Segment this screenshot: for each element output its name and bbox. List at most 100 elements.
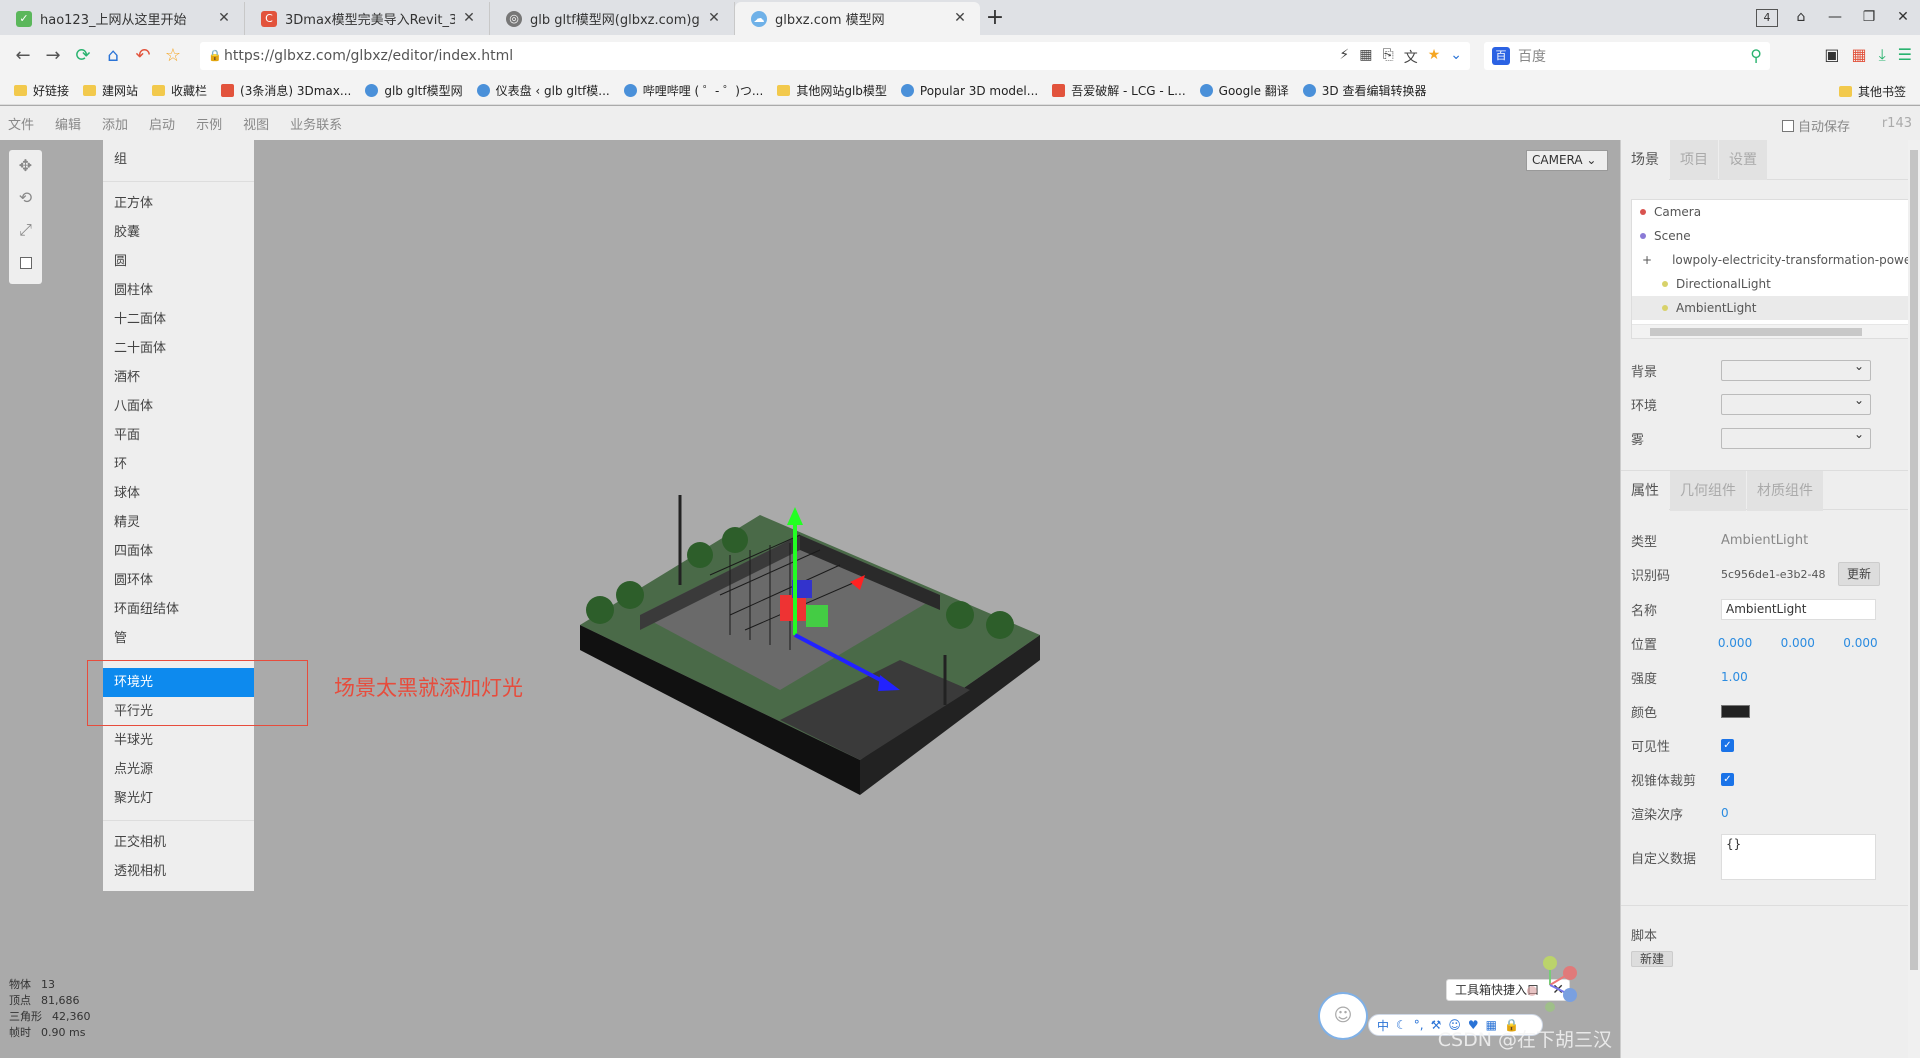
menu-view[interactable]: 视图	[243, 114, 280, 133]
add-mesh-item[interactable]: 四面体	[103, 537, 254, 566]
tab-material[interactable]: 材质组件	[1747, 471, 1823, 511]
translate-icon[interactable]: 文	[1404, 47, 1418, 67]
search-icon[interactable]: ⚲	[1750, 46, 1762, 65]
menu-file[interactable]: 文件	[8, 114, 45, 133]
frustum-checkbox[interactable]: ✓	[1721, 772, 1734, 786]
outliner-item[interactable]: Scene	[1632, 224, 1912, 248]
favorite-star-icon[interactable]: ☆	[158, 41, 188, 71]
outliner-item[interactable]: Camera	[1632, 200, 1912, 224]
add-mesh-item[interactable]: 八面体	[103, 392, 254, 421]
other-bookmarks[interactable]: 其他书签	[1838, 83, 1906, 100]
undo-close-icon[interactable]: ↶	[128, 41, 158, 71]
tab-project[interactable]: 项目	[1670, 140, 1718, 180]
home-icon[interactable]: ⌂	[98, 41, 128, 71]
outliner-item[interactable]: + lowpoly-electricity-transformation-powe…	[1632, 248, 1912, 272]
tab-object[interactable]: 属性	[1621, 471, 1669, 511]
add-mesh-item[interactable]: 圆	[103, 247, 254, 276]
tab-count-badge[interactable]: 4	[1756, 8, 1778, 27]
new-script-button[interactable]: 新建	[1631, 951, 1674, 967]
menu-play[interactable]: 启动	[149, 114, 186, 133]
back-icon[interactable]: ←	[8, 41, 38, 71]
autosave-checkbox[interactable]	[1781, 119, 1794, 132]
userdata-textarea[interactable]: {}	[1721, 834, 1876, 880]
browser-tab-hao123[interactable]: ✓ hao123_上网从这里开始 ✕	[0, 2, 245, 35]
name-field[interactable]: AmbientLight	[1721, 598, 1876, 620]
bookmark-item[interactable]: 其他网站glb模型	[777, 82, 887, 99]
new-tab-button[interactable]: +	[980, 2, 1010, 35]
menu-business[interactable]: 业务联系	[290, 114, 353, 133]
close-window-icon[interactable]: ✕	[1886, 0, 1920, 35]
add-mesh-item[interactable]: 正方体	[103, 189, 254, 218]
background-select[interactable]	[1721, 359, 1871, 381]
position-y[interactable]: 0.000	[1781, 636, 1844, 650]
bookmark-item[interactable]: Google 翻译	[1199, 82, 1289, 99]
add-mesh-item[interactable]: 精灵	[103, 508, 254, 537]
close-icon[interactable]: ✕	[706, 10, 722, 26]
bookmark-item[interactable]: (3条消息) 3Dmax...	[221, 82, 351, 99]
3d-viewport[interactable]: ✥ ⟲ ⤢ CAMERA ⌄ 组 正方体 胶囊 圆 圆柱体 十二面体 二十面体 …	[0, 140, 1620, 1058]
download-icon[interactable]: ⤓	[1879, 45, 1886, 65]
render-order-value[interactable]: 0	[1721, 806, 1786, 820]
color-swatch[interactable]	[1721, 704, 1750, 718]
forward-icon[interactable]: →	[38, 41, 68, 71]
bookmark-item[interactable]: 吾爱破解 - LCG - L...	[1052, 82, 1186, 99]
position-z[interactable]: 0.000	[1843, 636, 1906, 650]
add-mesh-item[interactable]: 环	[103, 450, 254, 479]
visible-checkbox[interactable]: ✓	[1721, 738, 1734, 752]
sidebar-scrollbar[interactable]	[1908, 140, 1920, 1058]
add-mesh-item[interactable]: 平面	[103, 421, 254, 450]
lightning-icon[interactable]: ⚡	[1339, 47, 1349, 67]
punctuation-icon[interactable]: °,	[1414, 1018, 1424, 1032]
scale-icon[interactable]: ⤢	[9, 214, 42, 246]
add-mesh-item[interactable]: 圆环体	[103, 566, 254, 595]
add-mesh-item[interactable]: 球体	[103, 479, 254, 508]
tab-geometry[interactable]: 几何组件	[1670, 471, 1746, 511]
local-checkbox[interactable]	[19, 256, 32, 269]
apps-grid-icon[interactable]: ▦	[1851, 45, 1866, 65]
autosave-toggle[interactable]: 自动保存	[1781, 116, 1850, 135]
add-camera-item[interactable]: 正交相机	[103, 828, 254, 857]
bookmark-item[interactable]: 3D 查看编辑转换器	[1302, 82, 1426, 99]
bookmark-item[interactable]: 哔哩哔哩 ( ゜- ゜)つ...	[623, 82, 763, 99]
close-icon[interactable]: ✕	[461, 10, 477, 26]
ime-chinese-mode[interactable]: 中	[1377, 1017, 1389, 1034]
add-mesh-item[interactable]: 酒杯	[103, 363, 254, 392]
bookmark-item[interactable]: Popular 3D model...	[900, 84, 1038, 98]
menu-edit[interactable]: 编辑	[55, 114, 92, 133]
address-bar[interactable]: 🔒 https://glbxz.com/glbxz/editor/index.h…	[200, 42, 1470, 70]
scrollbar-thumb[interactable]	[1650, 328, 1862, 336]
reload-icon[interactable]: ⟳	[68, 41, 98, 71]
add-light-item[interactable]: 点光源	[103, 755, 254, 784]
bookmark-item[interactable]: 好链接	[14, 82, 69, 99]
update-uuid-button[interactable]: 更新	[1838, 562, 1881, 586]
environment-select[interactable]	[1721, 393, 1871, 415]
tab-settings[interactable]: 设置	[1719, 140, 1767, 180]
rotate-icon[interactable]: ⟲	[9, 182, 42, 214]
browser-tab-glb[interactable]: ◎ glb gltf模型网(glbxz.com)glb模 ✕	[490, 2, 735, 35]
add-light-item[interactable]: 半球光	[103, 726, 254, 755]
fog-select[interactable]	[1721, 427, 1871, 449]
menu-examples[interactable]: 示例	[196, 114, 233, 133]
add-group[interactable]: 组	[103, 145, 254, 174]
shirt-skin-icon[interactable]: ⌂	[1784, 0, 1818, 35]
outliner-scrollbar[interactable]	[1632, 324, 1912, 338]
chevron-down-icon[interactable]: ⌄	[1450, 47, 1462, 67]
bookmark-item[interactable]: 仪表盘 ‹ glb gltf模...	[476, 82, 610, 99]
translate-icon[interactable]: ✥	[9, 150, 42, 182]
add-light-item[interactable]: 聚光灯	[103, 784, 254, 813]
menu-add[interactable]: 添加	[102, 114, 139, 133]
add-mesh-item[interactable]: 圆柱体	[103, 276, 254, 305]
outliner-item[interactable]: DirectionalLight	[1632, 272, 1912, 296]
minimize-icon[interactable]: —	[1818, 0, 1852, 35]
tab-scene[interactable]: 场景	[1621, 140, 1669, 180]
browser-tab-glbxz-editor[interactable]: ☁ glbxz.com 模型网 ✕	[735, 2, 980, 35]
assistant-avatar-icon[interactable]: ☺	[1318, 992, 1368, 1040]
add-mesh-item[interactable]: 二十面体	[103, 334, 254, 363]
bookmark-item[interactable]: glb gltf模型网	[365, 82, 463, 99]
position-x[interactable]: 0.000	[1718, 636, 1781, 650]
bookmark-item[interactable]: 建网站	[83, 82, 138, 99]
substation-model[interactable]	[570, 465, 1060, 845]
moon-icon[interactable]: ☾	[1396, 1018, 1407, 1032]
bookmark-item[interactable]: 收藏栏	[152, 82, 207, 99]
extension-icon[interactable]: ▣	[1824, 45, 1839, 65]
